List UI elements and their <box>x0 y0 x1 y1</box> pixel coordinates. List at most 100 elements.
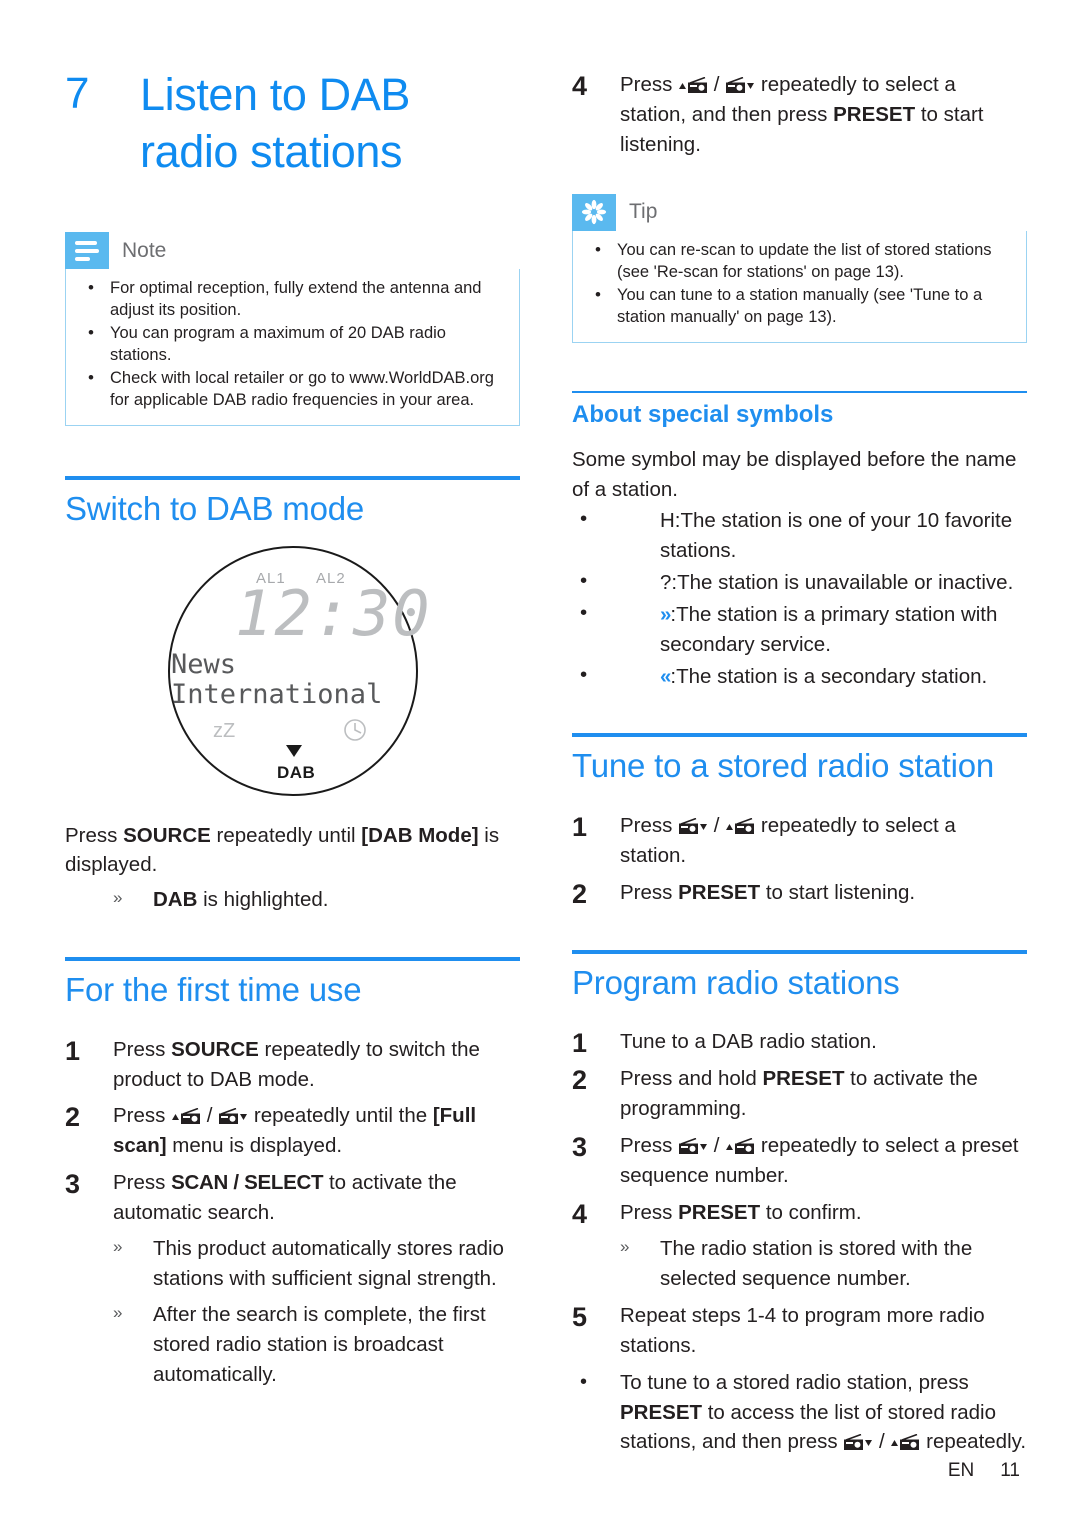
subsection-heading-symbols: About special symbols <box>572 400 834 428</box>
text-fragment: Repeat steps 1-4 to program more radio s… <box>620 1303 985 1357</box>
step-text: Press and hold PRESET to activate the pr… <box>620 1067 978 1120</box>
text-fragment: Press <box>113 1171 172 1195</box>
symbol-desc: :The station is a secondary station. <box>670 664 988 688</box>
radio-tune-down-icon <box>843 1434 873 1451</box>
emphasis-key: PRESET <box>678 1201 761 1225</box>
emphasis-key-condensed: SCAN / SELECT <box>171 1171 324 1195</box>
section-rule <box>572 733 1027 738</box>
bullet-text: To tune to a stored radio station, press… <box>620 1371 1026 1454</box>
step-number: 4 <box>572 1199 588 1230</box>
guillemet-icon: » <box>113 888 123 908</box>
section-rule <box>65 475 520 480</box>
section-heading-tune: Tune to a stored radio station <box>572 747 995 785</box>
step-item: 4 Press PRESET to confirm. <box>572 1198 1027 1229</box>
radio-tune-up-icon <box>725 818 755 835</box>
section-heading-first-time: For the first time use <box>65 971 362 1009</box>
text-fragment: / <box>201 1104 219 1128</box>
bullet-icon: • <box>580 662 588 686</box>
radio-tune-down-icon <box>678 818 708 835</box>
svg-text:zZ: zZ <box>213 720 235 742</box>
guillemet-icon: » <box>113 1303 123 1323</box>
step-item: 2 Press and hold PRESET to activate the … <box>572 1064 1027 1124</box>
radio-tune-up-icon <box>678 77 708 94</box>
section-rule <box>572 949 1027 954</box>
step-result: » After the search is complete, the first… <box>65 1300 520 1390</box>
step-item: 3 Press SCAN / SELECT to activate the au… <box>65 1168 520 1228</box>
step-result: » This product automatically stores radio… <box>65 1234 520 1294</box>
list-item: For optimal reception, fully extend the … <box>80 277 505 322</box>
list-item: You can re-scan to update the list of st… <box>587 239 1012 284</box>
first-time-steps: 1 Press SOURCE repeatedly to switch the … <box>65 1035 520 1229</box>
text-fragment: / <box>708 1134 726 1158</box>
tip-callout: Tip You can re-scan to update the list o… <box>572 193 1027 343</box>
double-right-chevron-icon: » <box>660 602 671 626</box>
bullet-icon: • <box>580 600 588 624</box>
result-text: The radio station is stored with the sel… <box>660 1236 973 1290</box>
step-number: 4 <box>572 71 588 101</box>
text-fragment: Press <box>620 814 679 838</box>
step-text: Press / repeatedly to select a preset se… <box>620 1134 1018 1187</box>
section-heading-switch: Switch to DAB mode <box>65 489 365 527</box>
chapter-title-line1: Listen to DAB <box>140 69 410 120</box>
step-text: Tune to a DAB radio station. <box>620 1030 877 1053</box>
note-body: For optimal reception, fully extend the … <box>65 269 520 426</box>
bullet-icon: • <box>580 1370 588 1393</box>
text-fragment: / <box>708 73 726 96</box>
step-item: 2 Press PRESET to start listening. <box>572 878 1027 909</box>
section-heading-program: Program radio stations <box>572 963 900 1001</box>
chapter-title-text: Listen to DAB radio stations <box>140 66 520 180</box>
double-left-chevron-icon: « <box>660 664 671 688</box>
radio-tune-up-icon <box>171 1108 201 1125</box>
symbol-desc: The station is one of your 10 favorite s… <box>660 508 1013 562</box>
step-item: 3 Press / repeatedly to select a preset … <box>572 1131 1027 1191</box>
switch-instruction: Press SOURCE repeatedly until [DAB Mode]… <box>65 821 520 880</box>
bullet-icon: • <box>580 568 588 592</box>
asterisk-flower-glyph <box>581 200 607 225</box>
radio-tune-down-icon <box>678 1138 708 1155</box>
guillemet-icon: » <box>113 1237 123 1257</box>
step-text: Press / repeatedly until the [Full scan]… <box>113 1104 476 1157</box>
right-column: 4 Press / repeatedly to select a station… <box>572 0 1027 1457</box>
step-number: 2 <box>65 1102 81 1133</box>
radio-tune-up-icon <box>890 1434 920 1451</box>
text-fragment: Tune to a DAB radio station. <box>620 1030 877 1054</box>
manual-page: 7 Listen to DAB radio stations Note For … <box>0 0 1080 1527</box>
guillemet-icon: » <box>620 1236 630 1256</box>
svg-text:DAB: DAB <box>277 763 315 782</box>
chapter-number: 7 <box>65 69 90 118</box>
note-label: Note <box>122 238 167 262</box>
note-callout: Note For optimal reception, fully extend… <box>65 232 520 426</box>
symbol-desc: :The station is a primary station with s… <box>660 602 998 656</box>
text-fragment: Press <box>620 1201 679 1225</box>
step-item: 2 Press / repeatedly until the [Full sca… <box>65 1101 520 1161</box>
asterisk-flower-icon <box>572 193 616 231</box>
step-item: 5 Repeat steps 1-4 to program more radio… <box>572 1301 1027 1361</box>
svg-text:12:30: 12:30 <box>235 577 432 650</box>
left-column: 7 Listen to DAB radio stations Note For … <box>65 0 520 1390</box>
step-item: 1 Tune to a DAB radio station. <box>572 1027 1027 1058</box>
lcd-illustration: AL1 AL2 12:30 News International zZ DAB <box>65 543 520 805</box>
symbol-glyph: ?: <box>660 570 678 594</box>
step-number: 2 <box>572 1065 588 1096</box>
step-text: Press / repeatedly to select a station. <box>620 814 956 867</box>
text-fragment: Press <box>620 880 679 904</box>
page-footer: EN 11 <box>948 1460 1020 1482</box>
emphasis-key: PRESET <box>833 102 916 126</box>
symbol-item: • H:The station is one of your 10 favori… <box>572 506 1027 566</box>
step-number: 1 <box>572 1028 588 1059</box>
step-text: Press SCAN / SELECT to activate the auto… <box>113 1171 457 1224</box>
radio-tune-down-icon <box>725 77 755 94</box>
result-text: This product automatically stores radio … <box>153 1237 504 1291</box>
symbol-desc: The station is unavailable or inactive. <box>677 570 1014 594</box>
step-result: » The radio station is stored with the se… <box>572 1234 1027 1294</box>
chapter-title-line2: radio stations <box>140 126 403 178</box>
step-number: 1 <box>65 1035 81 1066</box>
note-header: Note <box>65 232 520 270</box>
symbol-item: • ?:The station is unavailable or inacti… <box>572 568 1027 598</box>
note-lines-icon <box>65 232 109 270</box>
step-number: 2 <box>572 878 588 909</box>
list-item: You can program a maximum of 20 DAB radi… <box>80 322 505 367</box>
tune-steps: 1 Press / repeatedly to select a station… <box>572 811 1027 909</box>
switch-result: » DAB is highlighted. <box>65 885 520 915</box>
step-item: 1 Press / repeatedly to select a station… <box>572 811 1027 871</box>
